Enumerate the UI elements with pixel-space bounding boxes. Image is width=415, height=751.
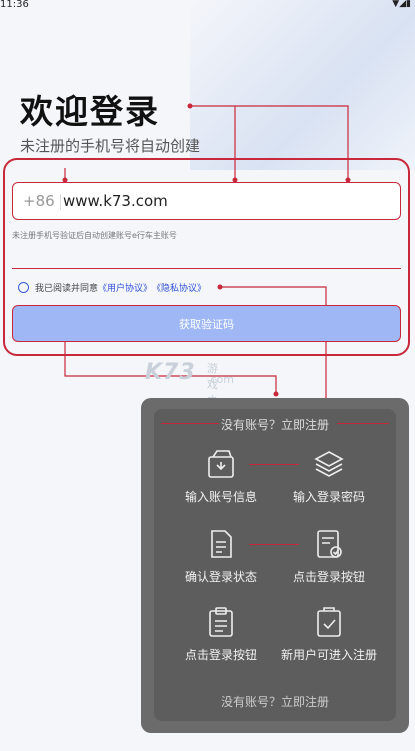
step-label: 点击登录按钮 [292,570,365,584]
phone-input-value[interactable]: www.k73.com [63,192,168,210]
divider [60,194,61,210]
status-time: 11:36 [0,0,29,10]
step-4: 点击登录按钮 [274,528,384,585]
step-3: 确认登录状态 [166,528,276,585]
user-agreement-link[interactable]: 《用户协议》 [98,281,152,294]
step-label: 新用户可进入注册 [280,648,377,662]
country-code[interactable]: +86 [23,192,55,210]
get-code-button[interactable]: 获取验证码 [12,305,401,342]
register-note: 未注册手机号验证后自动创建账号e行车主账号 [12,231,177,240]
page-title: 欢迎登录 [20,92,160,131]
page-subtitle: 未注册的手机号将自动创建 [20,137,201,155]
agree-radio[interactable] [18,282,29,293]
document-icon [205,528,237,560]
step-1: 输入账号信息 [166,448,276,505]
shield-check-icon [313,606,345,638]
step-label: 输入登录密码 [292,490,365,504]
step-label: 确认登录状态 [184,570,257,584]
step-5: 点击登录按钮 [166,606,276,663]
guide-card: 没有账号？立即注册 输入账号信息 输入登录密码 确认登录状态 点击登录按钮 点击… [141,398,409,733]
watermark-brand: K73 [145,360,196,385]
agree-prefix: 我已阅读并同意 [35,284,99,294]
register-link-top[interactable]: 没有账号？立即注册 [141,416,409,433]
step-label: 点击登录按钮 [184,648,257,662]
agreement-divider [12,268,401,269]
status-bar: 11:36 ▼◢▮ [0,0,415,14]
annotation-dot [273,391,279,397]
phone-input[interactable]: +86 www.k73.com [12,182,401,220]
step-label: 输入账号信息 [184,490,257,504]
background-decoration [190,0,415,170]
watermark: K73 游戏之家 .com [145,360,234,423]
layers-icon [313,448,345,480]
register-link-bottom[interactable]: 没有账号？立即注册 [141,693,409,710]
clipboard-icon [205,606,237,638]
agreement-row: 我已阅读并同意 《用户协议》 《隐私协议》 [18,281,206,294]
document-check-icon [313,528,345,560]
step-6: 新用户可进入注册 [274,606,384,663]
status-icons: ▼◢▮ [392,0,411,9]
watermark-domain: .com [207,373,234,386]
privacy-agreement-link[interactable]: 《隐私协议》 [152,281,206,294]
step-2: 输入登录密码 [274,448,384,505]
wallet-icon [205,448,237,480]
